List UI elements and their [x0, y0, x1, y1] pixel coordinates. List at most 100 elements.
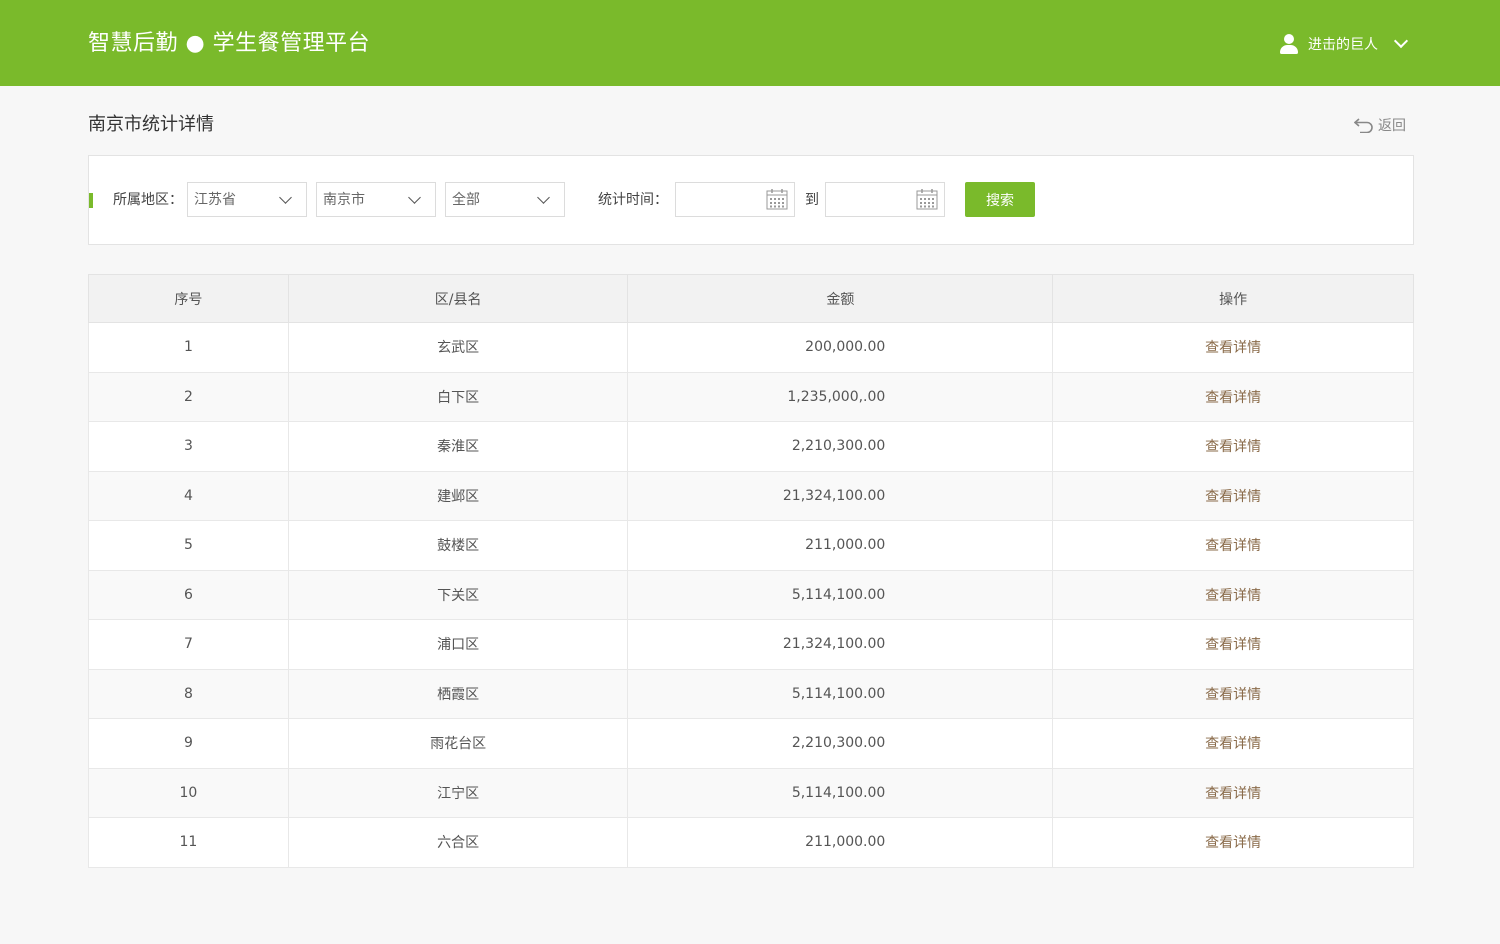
table-row: 8 栖霞区 5,114,100.00 查看详情 [88, 668, 1414, 719]
row-index: 8 [88, 668, 289, 719]
chevron-down-icon[interactable] [1393, 33, 1409, 49]
row-index: 9 [88, 718, 289, 769]
row-amount: 5,114,100.00 [627, 569, 1054, 620]
table-row: 11 六合区 211,000.00 查看详情 [88, 817, 1414, 868]
row-district-name: 建邺区 [287, 470, 629, 521]
row-index: 6 [88, 569, 289, 620]
back-label: 返回 [1378, 118, 1406, 134]
end-date-field[interactable] [825, 182, 945, 217]
view-details-link[interactable]: 查看详情 [1205, 687, 1261, 703]
table-row: 1 玄武区 200,000.00 查看详情 [88, 322, 1414, 373]
row-action-cell: 查看详情 [1052, 569, 1414, 620]
row-district-name: 玄武区 [287, 322, 629, 373]
return-arrow-icon [1354, 118, 1373, 133]
city-value: 南京市 [323, 192, 365, 208]
header-district-name: 区/县名 [287, 274, 629, 323]
view-details-link[interactable]: 查看详情 [1205, 439, 1261, 455]
search-button[interactable]: 搜索 [965, 182, 1035, 217]
end-date-input[interactable] [826, 183, 914, 216]
user-icon [1280, 34, 1298, 54]
row-action-cell: 查看详情 [1052, 421, 1414, 472]
row-amount: 1,235,000,.00 [627, 371, 1054, 422]
row-district-name: 鼓楼区 [287, 520, 629, 571]
row-district-name: 江宁区 [287, 767, 629, 818]
row-amount: 2,210,300.00 [627, 718, 1054, 769]
table-row: 7 浦口区 21,324,100.00 查看详情 [88, 619, 1414, 670]
row-action-cell: 查看详情 [1052, 619, 1414, 670]
row-district-name: 秦淮区 [287, 421, 629, 472]
row-action-cell: 查看详情 [1052, 470, 1414, 521]
back-button[interactable]: 返回 [1354, 115, 1406, 135]
header-index: 序号 [88, 274, 289, 323]
row-district-name: 六合区 [287, 817, 629, 868]
district-select[interactable]: 全部 [445, 182, 565, 217]
to-label: 到 [805, 192, 819, 208]
row-district-name: 下关区 [287, 569, 629, 620]
user-menu[interactable]: 进击的巨人 [1280, 31, 1409, 57]
row-index: 11 [88, 817, 289, 868]
row-district-name: 雨花台区 [287, 718, 629, 769]
calendar-icon[interactable] [766, 188, 788, 210]
row-amount: 5,114,100.00 [627, 668, 1054, 719]
row-action-cell: 查看详情 [1052, 817, 1414, 868]
header-amount: 金额 [627, 274, 1054, 323]
row-index: 7 [88, 619, 289, 670]
row-district-name: 栖霞区 [287, 668, 629, 719]
row-action-cell: 查看详情 [1052, 767, 1414, 818]
row-amount: 21,324,100.00 [627, 470, 1054, 521]
view-details-link[interactable]: 查看详情 [1205, 538, 1261, 554]
table-row: 2 白下区 1,235,000,.00 查看详情 [88, 371, 1414, 422]
province-select[interactable]: 江苏省 [187, 182, 307, 217]
region-label: 所属地区： [113, 192, 183, 208]
row-action-cell: 查看详情 [1052, 718, 1414, 769]
time-label: 统计时间： [598, 192, 668, 208]
table-row: 10 江宁区 5,114,100.00 查看详情 [88, 767, 1414, 818]
row-amount: 211,000.00 [627, 817, 1054, 868]
view-details-link[interactable]: 查看详情 [1205, 340, 1261, 356]
row-index: 2 [88, 371, 289, 422]
city-select[interactable]: 南京市 [316, 182, 436, 217]
row-index: 10 [88, 767, 289, 818]
row-district-name: 白下区 [287, 371, 629, 422]
view-details-link[interactable]: 查看详情 [1205, 588, 1261, 604]
start-date-field[interactable] [675, 182, 795, 217]
start-date-input[interactable] [676, 183, 764, 216]
table-header-row: 序号 区/县名 金额 操作 [88, 274, 1414, 323]
view-details-link[interactable]: 查看详情 [1205, 736, 1261, 752]
row-district-name: 浦口区 [287, 619, 629, 670]
chevron-down-icon [408, 191, 421, 204]
view-details-link[interactable]: 查看详情 [1205, 786, 1261, 802]
page-title: 南京市统计详情 [88, 114, 214, 135]
row-action-cell: 查看详情 [1052, 668, 1414, 719]
filter-accent-bar [89, 193, 93, 208]
view-details-link[interactable]: 查看详情 [1205, 489, 1261, 505]
row-amount: 200,000.00 [627, 322, 1054, 373]
row-index: 4 [88, 470, 289, 521]
table-row: 9 雨花台区 2,210,300.00 查看详情 [88, 718, 1414, 769]
row-amount: 2,210,300.00 [627, 421, 1054, 472]
view-details-link[interactable]: 查看详情 [1205, 637, 1261, 653]
top-header: 智慧后勤 ● 学生餐管理平台 进击的巨人 [0, 0, 1500, 86]
row-index: 3 [88, 421, 289, 472]
chevron-down-icon [279, 191, 292, 204]
row-action-cell: 查看详情 [1052, 322, 1414, 373]
table-row: 4 建邺区 21,324,100.00 查看详情 [88, 470, 1414, 521]
filter-panel: 所属地区： 江苏省 南京市 全部 统计时间： 到 搜索 [88, 155, 1414, 245]
province-value: 江苏省 [194, 192, 236, 208]
user-name: 进击的巨人 [1308, 37, 1378, 53]
row-amount: 5,114,100.00 [627, 767, 1054, 818]
table-row: 3 秦淮区 2,210,300.00 查看详情 [88, 421, 1414, 472]
brand-title: 智慧后勤 ● 学生餐管理平台 [88, 31, 371, 56]
district-value: 全部 [452, 192, 480, 208]
row-action-cell: 查看详情 [1052, 371, 1414, 422]
calendar-icon[interactable] [916, 188, 938, 210]
row-index: 1 [88, 322, 289, 373]
table-row: 5 鼓楼区 211,000.00 查看详情 [88, 520, 1414, 571]
district-stats-table: 序号 区/县名 金额 操作 1 玄武区 200,000.00 查看详情 2 白下… [88, 274, 1414, 868]
table-row: 6 下关区 5,114,100.00 查看详情 [88, 569, 1414, 620]
row-index: 5 [88, 520, 289, 571]
chevron-down-icon [537, 191, 550, 204]
view-details-link[interactable]: 查看详情 [1205, 835, 1261, 851]
view-details-link[interactable]: 查看详情 [1205, 390, 1261, 406]
row-action-cell: 查看详情 [1052, 520, 1414, 571]
